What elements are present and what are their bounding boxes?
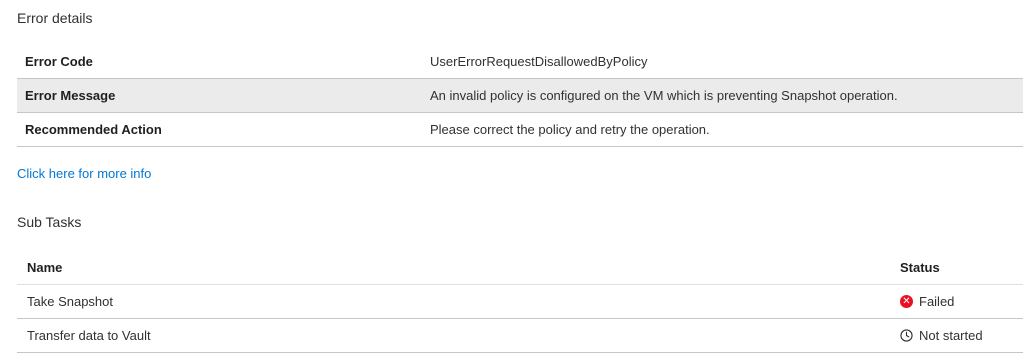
table-row[interactable]: Take Snapshot ✕ Failed: [17, 285, 1023, 319]
sub-tasks-title: Sub Tasks: [17, 214, 82, 230]
sub-tasks-table: Name Status Take Snapshot ✕ Failed Trans…: [17, 250, 1023, 353]
sub-tasks-header-row: Name Status: [17, 250, 1023, 285]
task-status-text: Failed: [919, 294, 955, 309]
task-status: Not started: [893, 328, 983, 343]
job-error-details-panel: Error details Error Code UserErrorReques…: [0, 0, 1024, 363]
task-name: Transfer data to Vault: [27, 328, 151, 343]
failed-icon: ✕: [900, 295, 913, 308]
error-details-title: Error details: [17, 10, 93, 26]
recommended-action-label: Recommended Action: [25, 122, 162, 137]
error-message-label: Error Message: [25, 88, 116, 103]
task-status: ✕ Failed: [893, 294, 954, 309]
recommended-action-value: Please correct the policy and retry the …: [430, 122, 710, 137]
error-message-row: Error Message An invalid policy is confi…: [17, 79, 1023, 113]
error-code-row: Error Code UserErrorRequestDisallowedByP…: [17, 45, 1023, 79]
error-message-value: An invalid policy is configured on the V…: [430, 88, 898, 103]
recommended-action-row: Recommended Action Please correct the po…: [17, 113, 1023, 147]
task-name: Take Snapshot: [27, 294, 114, 309]
status-column-header: Status: [900, 259, 940, 275]
error-code-value: UserErrorRequestDisallowedByPolicy: [430, 54, 648, 69]
task-status-text: Not started: [919, 328, 983, 343]
table-row[interactable]: Transfer data to Vault Not started: [17, 319, 1023, 353]
error-code-label: Error Code: [25, 54, 93, 69]
error-details-table: Error Code UserErrorRequestDisallowedByP…: [17, 45, 1023, 147]
more-info-link[interactable]: Click here for more info: [17, 166, 151, 181]
name-column-header: Name: [27, 259, 63, 275]
clock-icon: [900, 329, 913, 342]
